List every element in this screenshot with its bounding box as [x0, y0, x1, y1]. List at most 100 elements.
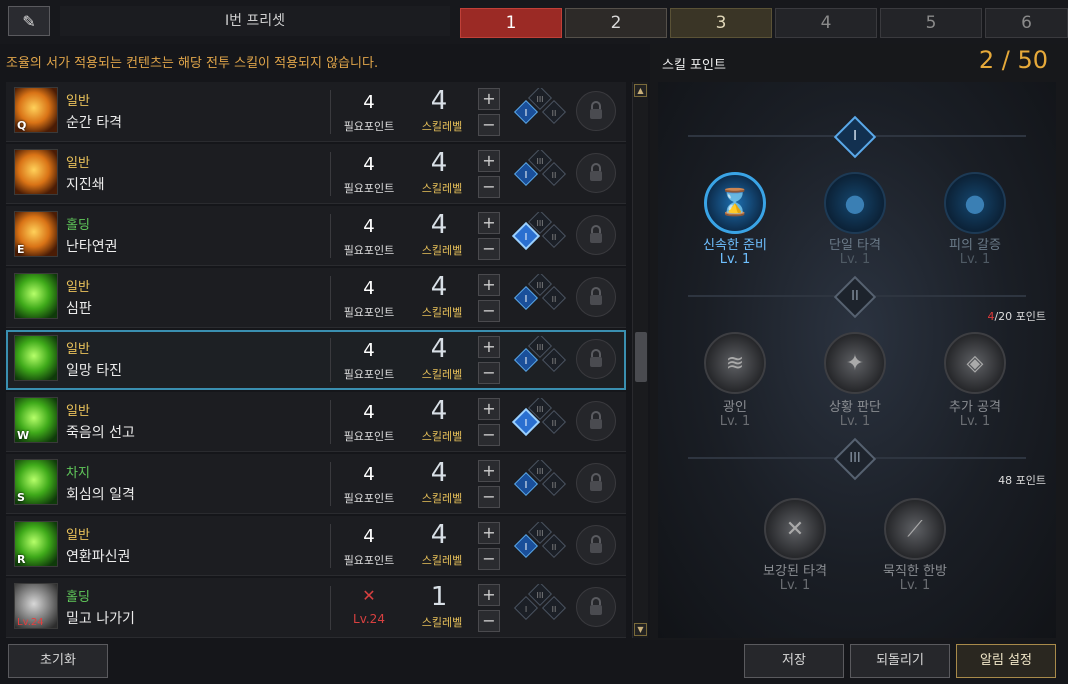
svg-text:II: II	[552, 233, 557, 242]
tripod-icon[interactable]: IIIIII	[508, 460, 574, 508]
level-down-button[interactable]: −	[478, 176, 500, 198]
skill-row[interactable]: R 일반 연환파신권 4 필요포인트 4 스킬레벨 + − I III II	[6, 516, 626, 576]
lock-icon	[576, 153, 616, 193]
skill-name: 회심의 일격	[66, 487, 135, 503]
preset-tab-4[interactable]: 4	[775, 8, 877, 38]
level-up-button[interactable]: +	[478, 584, 500, 606]
svg-text:I: I	[525, 108, 528, 119]
skill-row[interactable]: S 차지 회심의 일격 4 필요포인트 4 스킬레벨 + − I III II	[6, 454, 626, 514]
skill-row[interactable]: 일반 심판 4 필요포인트 4 스킬레벨 + − I III II	[6, 268, 626, 328]
skill-points-panel: 스킬 포인트 2 / 50 I ⌛ 신속한 준비 Lv. 1 ● 단일 타격 L…	[650, 44, 1068, 640]
save-button[interactable]: 저장	[744, 644, 844, 678]
level-down-button[interactable]: −	[478, 114, 500, 136]
tripod-icon[interactable]: IIIIII	[508, 274, 574, 322]
tier3-node-2-level: Lv. 1	[899, 578, 931, 593]
svg-text:III: III	[536, 467, 543, 476]
lock-icon	[576, 277, 616, 317]
svg-text:I: I	[525, 480, 528, 491]
tripod-icon[interactable]: IIIIII	[508, 398, 574, 446]
tier2-node-1[interactable]: ≋	[704, 332, 766, 394]
tier-1-badge: I	[833, 115, 877, 159]
reset-button[interactable]: 초기화	[8, 644, 108, 678]
level-up-button[interactable]: +	[478, 398, 500, 420]
preset-tab-2[interactable]: 2	[565, 8, 667, 38]
tier2-node-1-name: 광인	[723, 400, 747, 415]
skill-level-value: 4	[430, 334, 448, 364]
level-up-button[interactable]: +	[478, 336, 500, 358]
skill-level-label: 스킬레벨	[421, 430, 463, 443]
level-down-button[interactable]: −	[478, 486, 500, 508]
required-points-value: 4	[363, 92, 375, 113]
svg-text:III: III	[536, 157, 543, 166]
skill-row[interactable]: Lv.24 홀딩 밀고 나가기 ✕ Lv.24 1 스킬레벨 + − I III I…	[6, 578, 626, 638]
blood-thirst-icon: ●	[964, 189, 986, 217]
tripod-icon[interactable]: IIIIII	[508, 336, 574, 384]
skill-level-value: 4	[430, 210, 448, 240]
divider	[330, 90, 331, 134]
scroll-up-icon[interactable]: ▲	[634, 84, 647, 97]
level-up-button[interactable]: +	[478, 460, 500, 482]
tier2-points-note: 4/20 포인트	[987, 308, 1046, 324]
skill-type: 일반	[66, 404, 90, 419]
pencil-icon: ✎	[22, 11, 36, 31]
skill-icon	[14, 149, 58, 195]
level-down-button[interactable]: −	[478, 610, 500, 632]
skill-points-value: 2 / 50	[978, 46, 1048, 74]
tripod-icon[interactable]: IIIIII	[508, 522, 574, 570]
tier1-node-3[interactable]: ●	[944, 172, 1006, 234]
tripod-icon[interactable]: IIIIII	[508, 88, 574, 136]
level-down-button[interactable]: −	[478, 362, 500, 384]
tier3-node-2[interactable]: ⟋	[884, 498, 946, 560]
level-down-button[interactable]: −	[478, 300, 500, 322]
tripod-icon[interactable]: IIIIII	[508, 150, 574, 198]
preset-tab-6[interactable]: 6	[985, 8, 1068, 38]
tier2-node-2[interactable]: ✦	[824, 332, 886, 394]
tripod-icon[interactable]: IIIIII	[508, 212, 574, 260]
tier1-node-2-level: Lv. 1	[839, 252, 871, 267]
skill-list-scrollbar[interactable]: ▲ ▼	[632, 82, 648, 638]
single-strike-icon: ●	[844, 189, 866, 217]
level-up-button[interactable]: +	[478, 274, 500, 296]
divider	[330, 400, 331, 444]
skill-row[interactable]: E 홀딩 난타연권 4 필요포인트 4 스킬레벨 + − I III II	[6, 206, 626, 266]
tier3-points-note: 48 포인트	[998, 474, 1046, 487]
preset-tab-3[interactable]: 3	[670, 8, 772, 38]
level-up-button[interactable]: +	[478, 212, 500, 234]
level-down-button[interactable]: −	[478, 548, 500, 570]
level-up-button[interactable]: +	[478, 150, 500, 172]
svg-text:II: II	[552, 295, 557, 304]
level-down-button[interactable]: −	[478, 424, 500, 446]
preset-tab-1[interactable]: 1	[460, 8, 562, 38]
edit-preset-button[interactable]: ✎	[8, 6, 50, 36]
scroll-down-icon[interactable]: ▼	[634, 623, 647, 636]
revert-button[interactable]: 되돌리기	[850, 644, 950, 678]
tier1-node-2[interactable]: ●	[824, 172, 886, 234]
skill-row[interactable]: 일반 지진쇄 4 필요포인트 4 스킬레벨 + − I III II	[6, 144, 626, 204]
skill-type: 일반	[66, 528, 90, 543]
skill-type: 일반	[66, 280, 90, 295]
scroll-thumb[interactable]	[635, 332, 647, 382]
skill-row-selected[interactable]: 일반 일망 타진 4 필요포인트 4 스킬레벨 + − I III II	[6, 330, 626, 390]
skill-icon	[14, 335, 58, 381]
hotkey-label: Q	[17, 119, 27, 132]
skill-name: 연환파신권	[66, 549, 131, 565]
divider	[330, 524, 331, 568]
preset-tab-5[interactable]: 5	[880, 8, 982, 38]
tier2-node-3[interactable]: ◈	[944, 332, 1006, 394]
svg-text:III: III	[536, 591, 543, 600]
level-up-button[interactable]: +	[478, 522, 500, 544]
tier3-node-1[interactable]: ✕	[764, 498, 826, 560]
tier1-node-1[interactable]: ⌛	[704, 172, 766, 234]
skill-name: 지진쇄	[66, 177, 105, 193]
lock-icon	[576, 525, 616, 565]
skill-level-label: 스킬레벨	[421, 368, 463, 381]
running-figure-icon: ✦	[845, 350, 865, 376]
level-down-button[interactable]: −	[478, 238, 500, 260]
skill-row[interactable]: W 일반 죽음의 선고 4 필요포인트 4 스킬레벨 + − I III II	[6, 392, 626, 452]
level-up-button[interactable]: +	[478, 88, 500, 110]
alert-settings-button[interactable]: 알림 설정	[956, 644, 1056, 678]
preset-bar: ✎ I번 프리셋 1 2 3 4 5 6	[0, 0, 1068, 44]
tripod-icon[interactable]: IIIIII	[508, 584, 574, 632]
tier2-node-2-level: Lv. 1	[839, 414, 871, 429]
skill-row[interactable]: Q 일반 순간 타격 4 필요포인트 4 스킬레벨 + − I III II	[6, 82, 626, 142]
